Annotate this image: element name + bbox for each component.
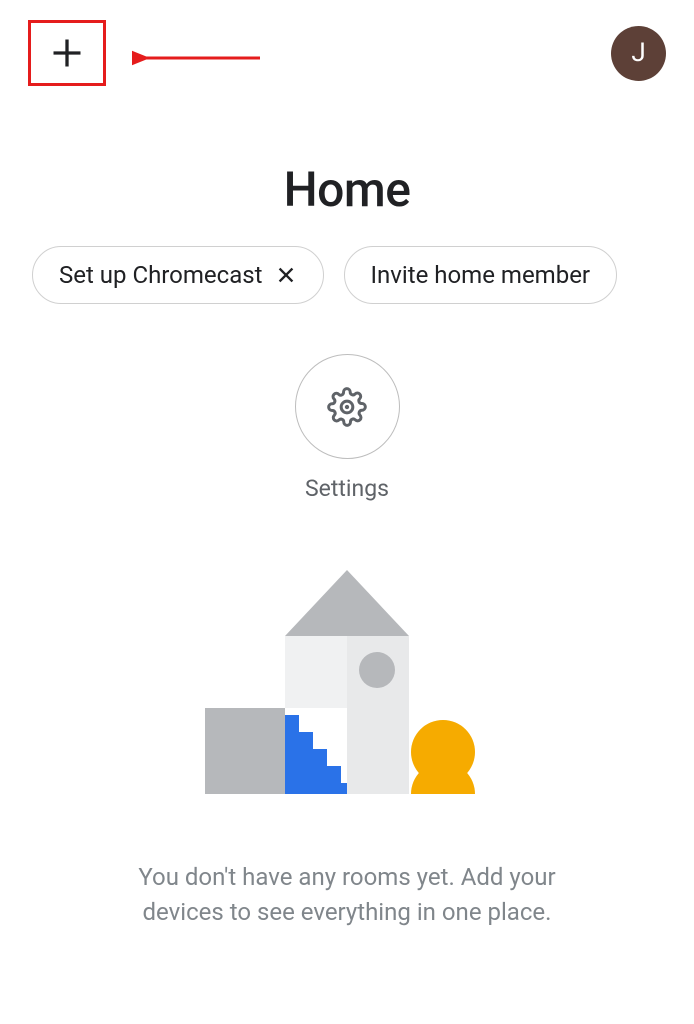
chip-invite-home-member[interactable]: Invite home member (344, 246, 618, 304)
chip-label: Set up Chromecast (59, 261, 263, 289)
empty-state-text: You don't have any rooms yet. Add your d… (0, 860, 694, 930)
avatar-initial: J (631, 38, 645, 68)
header: J (0, 0, 694, 106)
settings-section: Settings (0, 354, 694, 502)
empty-state-illustration (0, 560, 694, 820)
settings-button[interactable] (295, 354, 400, 459)
add-button[interactable] (49, 35, 85, 71)
add-button-highlight (28, 20, 106, 86)
avatar[interactable]: J (611, 26, 666, 81)
page-title: Home (0, 161, 694, 218)
chip-setup-chromecast[interactable]: Set up Chromecast (32, 246, 324, 304)
close-icon[interactable] (275, 264, 297, 286)
empty-line-2: devices to see everything in one place. (143, 898, 552, 926)
chip-label: Invite home member (371, 261, 591, 289)
settings-label: Settings (305, 475, 389, 502)
gear-icon (327, 387, 367, 427)
suggestion-chip-row: Set up Chromecast Invite home member (0, 246, 694, 304)
empty-line-1: You don't have any rooms yet. Add your (138, 863, 555, 891)
annotation-arrow-icon (132, 48, 262, 68)
plus-icon (49, 35, 85, 71)
